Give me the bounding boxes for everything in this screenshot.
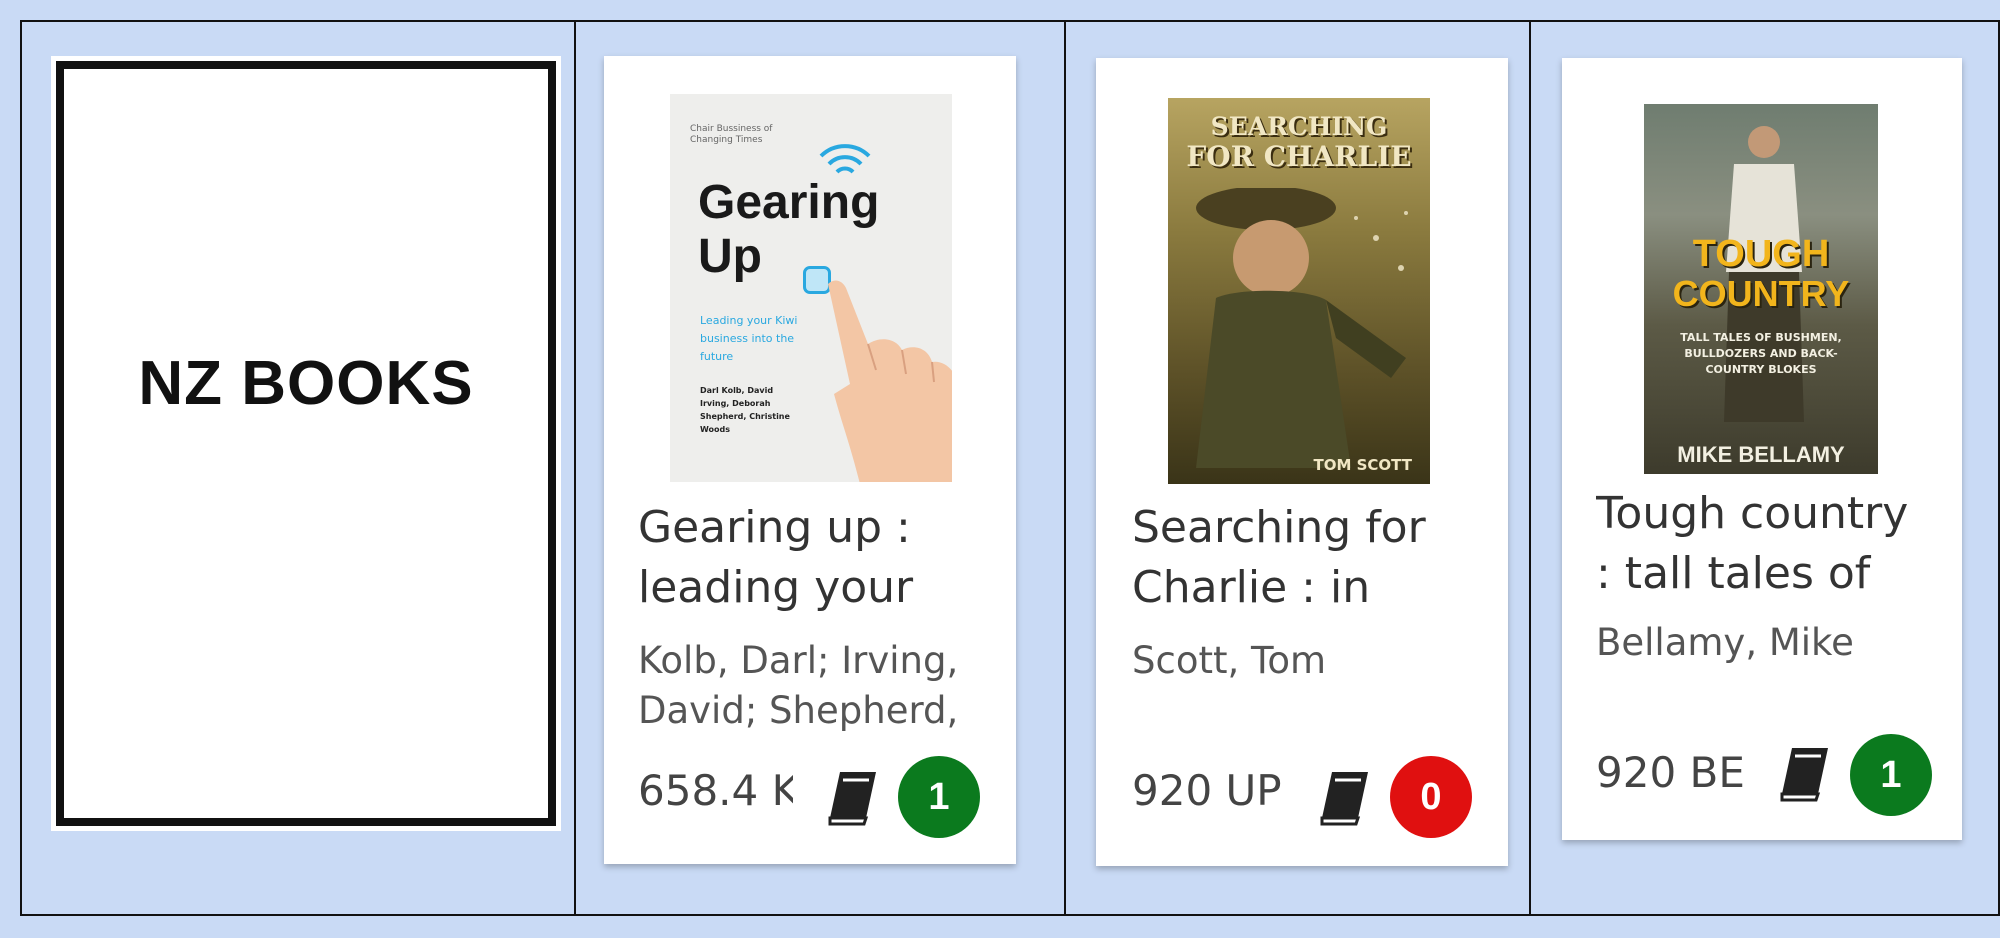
column-divider [1529,22,1531,914]
call-number: 658.4 K [638,766,793,815]
book-title[interactable]: Searching for Charlie : in [1132,498,1462,618]
cover-title: Gearing Up [698,176,880,283]
call-number: 920 UP [1132,766,1282,815]
hand-pointer-illustration [828,280,952,482]
column-divider [1064,22,1066,914]
banner-frame: NZ BOOKS [56,61,556,826]
book-card[interactable]: SEARCHING FOR CHARLIE TOM SCOTT Searchin… [1096,58,1508,866]
banner-title: NZ BOOKS [138,349,474,418]
call-number: 920 BE [1596,748,1745,797]
cover-title: SEARCHING FOR CHARLIE [1186,112,1412,173]
cover-authors: Darl Kolb, David Irving, Deborah Shepher… [700,386,790,434]
availability-badge: 0 [1390,756,1472,838]
book-icon [1320,772,1368,826]
book-cover-gearing-up[interactable]: Chair Bussiness of Changing Times Gearin… [670,94,952,482]
book-card[interactable]: Chair Bussiness of Changing Times Gearin… [604,56,1016,864]
cover-title: TOUGH COUNTRY [1672,233,1850,314]
wifi-icon [819,144,871,174]
nz-books-banner[interactable]: NZ BOOKS [51,56,561,831]
book-title[interactable]: Gearing up : leading your [638,498,968,618]
book-title[interactable]: Tough country : tall tales of [1596,484,1936,604]
availability-badge: 1 [898,756,980,838]
soldier-illustration [1196,188,1408,468]
book-card[interactable]: TOUGH COUNTRY TALL TALES OF BUSHMEN, BUL… [1562,58,1962,840]
cover-kicker: Chair Bussiness of Changing Times [690,124,773,145]
cover-subtitle: Leading your Kiwi business into the futu… [700,314,798,363]
cover-author: TOM SCOTT [1313,456,1412,474]
book-author: Bellamy, Mike [1596,621,1854,664]
book-icon [1780,748,1828,802]
book-cover-tough-country[interactable]: TOUGH COUNTRY TALL TALES OF BUSHMEN, BUL… [1644,104,1878,474]
column-divider [574,22,576,914]
availability-badge: 1 [1850,734,1932,816]
book-author: Kolb, Darl; Irving, David; Shepherd, [638,639,959,732]
cover-author: MIKE BELLAMY [1677,442,1845,467]
book-icon [828,772,876,826]
book-author: Scott, Tom [1132,639,1326,682]
book-cover-searching-for-charlie[interactable]: SEARCHING FOR CHARLIE TOM SCOTT [1168,98,1430,484]
cover-subtitle: TALL TALES OF BUSHMEN, BULLDOZERS AND BA… [1680,331,1842,376]
